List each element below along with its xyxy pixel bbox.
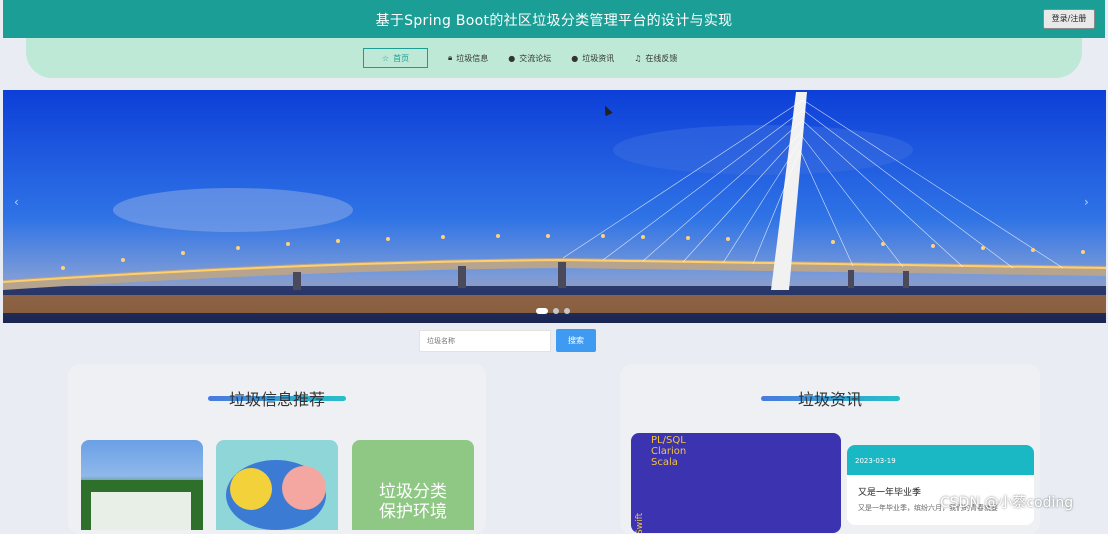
top-header-bar: 基于Spring Boot的社区垃圾分类管理平台的设计与实现 登录/注册 — [3, 0, 1105, 38]
nav-item-label: 交流论坛 — [519, 53, 552, 63]
star-icon: ☆ — [381, 53, 390, 63]
banner-dot[interactable] — [553, 308, 559, 314]
news-item-card[interactable]: 2023-03-19 又是一年毕业季 又是一年毕业季，缤纷六月，我们的青春就要 — [847, 445, 1034, 525]
nav-item-news[interactable]: ● 垃圾资讯 — [561, 48, 624, 68]
search-button[interactable]: 搜索 — [556, 329, 596, 352]
search-input[interactable] — [419, 330, 551, 352]
banner-carousel[interactable] — [3, 90, 1106, 323]
nav-item-home[interactable]: ☆ 首页 — [363, 48, 428, 68]
banner-indicators — [536, 308, 570, 314]
garbage-thumb-3[interactable]: 垃圾分类 保护环境 — [352, 440, 474, 530]
garbage-thumb-2[interactable] — [216, 440, 338, 530]
headset-icon: ♫ — [634, 53, 642, 63]
thumb-caption: 垃圾分类 保护环境 — [379, 482, 447, 522]
lock-icon: 🔒︎ — [448, 53, 453, 62]
news-title: 垃圾资讯 — [797, 390, 862, 409]
banner-prev-arrow[interactable]: ‹ — [14, 195, 19, 209]
help-icon: ● — [571, 53, 579, 63]
main-nav: ☆ 首页 🔒︎ 垃圾信息 ● 交流论坛 ● 垃圾资讯 ♫ 在线反馈 — [363, 48, 687, 68]
news-date: 2023-03-19 — [847, 445, 1034, 475]
news-featured-card[interactable]: Swift PL/SQL Clarion Scala — [631, 433, 841, 533]
info-icon: ● — [508, 53, 516, 63]
nav-item-garbage-info[interactable]: 🔒︎ 垃圾信息 — [438, 48, 498, 68]
nav-item-label: 垃圾资讯 — [582, 53, 615, 63]
nav-item-feedback[interactable]: ♫ 在线反馈 — [624, 48, 687, 68]
site-title: 基于Spring Boot的社区垃圾分类管理平台的设计与实现 — [375, 13, 733, 29]
nav-item-forum[interactable]: ● 交流论坛 — [498, 48, 561, 68]
card-text: PL/SQL Clarion Scala — [651, 435, 687, 468]
nav-item-label: 在线反馈 — [645, 53, 678, 63]
nav-item-label: 垃圾信息 — [456, 53, 489, 63]
banner-dot[interactable] — [564, 308, 570, 314]
login-register-button[interactable]: 登录/注册 — [1043, 9, 1095, 29]
bridge-night-image — [3, 90, 1106, 323]
nav-item-label: 首页 — [393, 53, 410, 63]
banner-dot[interactable] — [536, 308, 548, 314]
card-vertical-text: Swift — [635, 512, 645, 533]
recommend-title: 垃圾信息推荐 — [228, 390, 325, 409]
watermark: CSDN @小蔡coding — [940, 495, 1074, 511]
garbage-thumb-1[interactable] — [81, 440, 203, 530]
banner-next-arrow[interactable]: › — [1084, 195, 1089, 209]
